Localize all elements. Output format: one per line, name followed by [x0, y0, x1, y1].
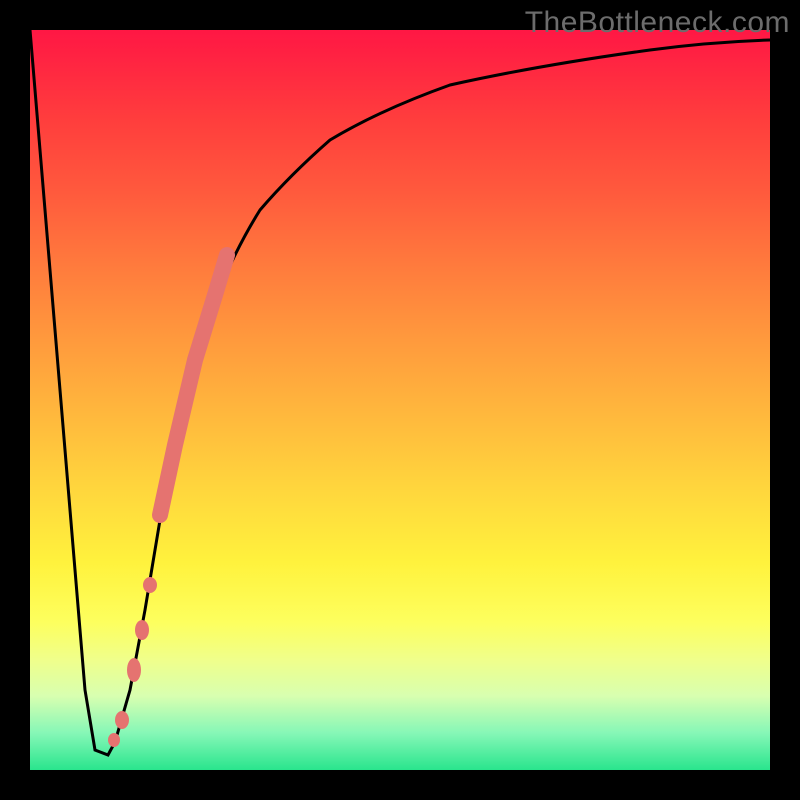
chart-frame: TheBottleneck.com — [0, 0, 800, 800]
plot-area — [30, 30, 770, 770]
highlight-dot-2 — [135, 620, 149, 640]
bottleneck-curve — [30, 30, 770, 755]
highlight-dot-1 — [143, 577, 157, 593]
chart-svg — [30, 30, 770, 770]
highlight-dot-3 — [127, 658, 141, 682]
watermark-text: TheBottleneck.com — [525, 6, 790, 40]
highlight-segment — [160, 255, 227, 515]
highlight-dot-5 — [108, 733, 120, 747]
highlight-dot-4 — [115, 711, 129, 729]
